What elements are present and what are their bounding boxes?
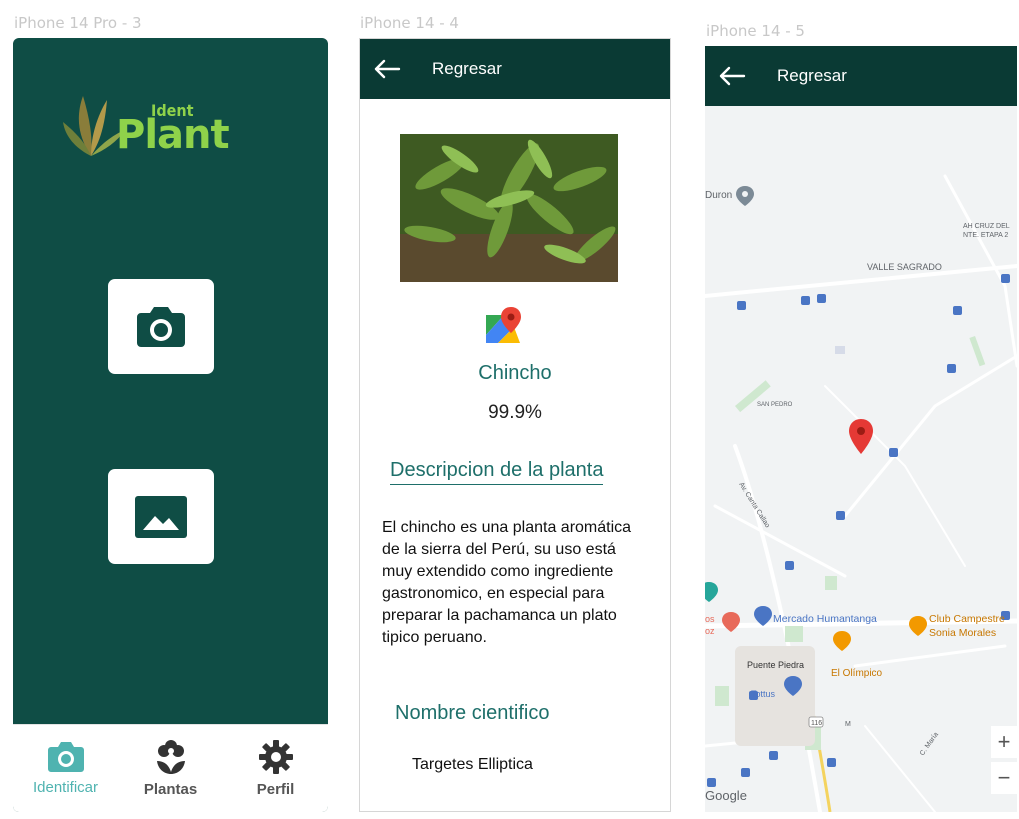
arrow-left-icon <box>374 59 401 79</box>
flower-icon <box>156 740 185 774</box>
map-screen: Regresar Duron AH CRUZ DEL NTE. ETAPA 2 … <box>705 46 1017 812</box>
svg-text:M: M <box>845 721 851 728</box>
logo-text-plant: Plant <box>116 112 230 158</box>
frame-label-detail: iPhone 14 - 4 <box>360 14 459 32</box>
svg-text:SAN PEDRO: SAN PEDRO <box>757 402 793 408</box>
home-screen: Ident Plant Identificar Plantas Perfil <box>13 38 328 812</box>
back-button[interactable] <box>717 61 747 91</box>
zoom-in-button[interactable]: + <box>991 726 1017 758</box>
detail-screen: Regresar Chincho 99.9% Descripcion de la… <box>359 38 671 812</box>
scientific-name: Targetes Elliptica <box>412 756 533 773</box>
nav-plantas[interactable]: Plantas <box>121 739 221 798</box>
camera-button[interactable] <box>108 279 214 374</box>
back-label: Regresar <box>432 59 502 78</box>
camera-icon <box>137 306 185 347</box>
svg-text:Tottus: Tottus <box>751 689 776 699</box>
plant-name: Chincho <box>478 362 552 384</box>
svg-text:Sonia Morales: Sonia Morales <box>929 627 996 639</box>
app-bar: Regresar <box>360 39 670 99</box>
svg-text:Mercado Humantanga: Mercado Humantanga <box>773 613 877 625</box>
svg-text:116: 116 <box>811 720 822 727</box>
nav-perfil-label: Perfil <box>256 781 295 798</box>
google-logo: Google <box>705 788 747 803</box>
svg-text:El Olímpico: El Olímpico <box>831 668 883 679</box>
back-button[interactable] <box>372 54 402 84</box>
arrow-left-icon <box>719 66 746 86</box>
app-bar: Regresar <box>705 46 1017 106</box>
plant-photo <box>400 134 618 282</box>
zoom-out-button[interactable]: − <box>991 762 1017 794</box>
description-title: Descripcion de la planta <box>390 459 604 485</box>
frame-label-home: iPhone 14 Pro - 3 <box>14 14 142 32</box>
svg-text:AH CRUZ DEL: AH CRUZ DEL <box>963 223 1010 230</box>
svg-text:VALLE SAGRADO: VALLE SAGRADO <box>867 262 942 272</box>
svg-text:NTE. ETAPA 2: NTE. ETAPA 2 <box>963 232 1008 239</box>
nav-plantas-label: Plantas <box>143 781 198 798</box>
svg-text:os: os <box>705 614 715 624</box>
bottom-navigation: Identificar Plantas Perfil <box>13 724 328 812</box>
map-view[interactable]: Duron AH CRUZ DEL NTE. ETAPA 2 VALLE SAG… <box>705 106 1017 812</box>
confidence-value: 99.9% <box>488 402 542 423</box>
svg-text:oz: oz <box>705 626 715 636</box>
nav-identificar-label: Identificar <box>32 779 99 796</box>
map-pin-icon <box>486 307 521 343</box>
scientific-name-title: Nombre cientifico <box>395 702 550 724</box>
camera-icon <box>47 742 84 772</box>
back-label: Regresar <box>777 66 847 85</box>
gear-icon <box>258 740 293 774</box>
google-maps-button[interactable] <box>484 305 522 345</box>
svg-text:Club Campestre: Club Campestre <box>929 613 1005 625</box>
svg-text:Puente Piedra: Puente Piedra <box>747 660 804 670</box>
description-text: El chincho es una planta aromática de la… <box>382 519 632 646</box>
map-label: Duron <box>705 190 732 201</box>
frame-label-map: iPhone 14 - 5 <box>706 22 805 40</box>
image-icon <box>135 495 187 538</box>
gallery-button[interactable] <box>108 469 214 564</box>
nav-identificar[interactable]: Identificar <box>16 741 116 796</box>
nav-perfil[interactable]: Perfil <box>226 739 326 798</box>
